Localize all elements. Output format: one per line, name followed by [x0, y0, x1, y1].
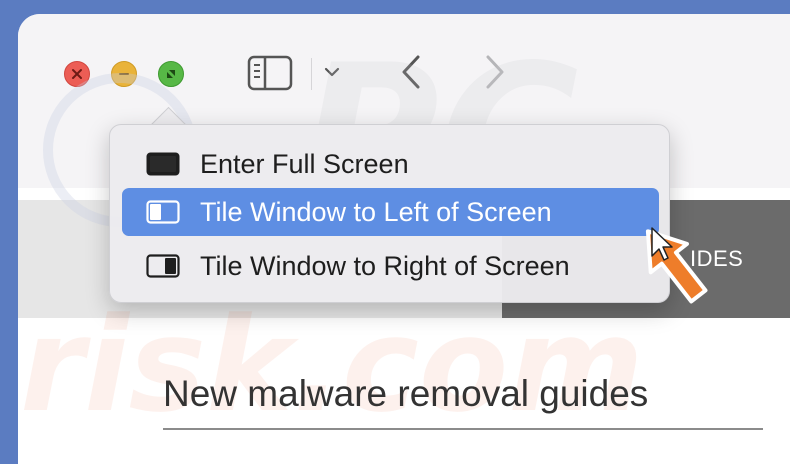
toolbar-separator [311, 58, 312, 90]
pointer-arrow-icon [645, 227, 708, 304]
close-icon [72, 69, 82, 79]
full-screen-icon [146, 152, 180, 176]
menu-item-label: Tile Window to Right of Screen [200, 250, 570, 281]
close-button[interactable] [64, 61, 90, 87]
page-headline: New malware removal guides [163, 373, 649, 414]
sidebar-menu-button[interactable] [322, 62, 342, 82]
menu-item-label: Enter Full Screen [200, 148, 409, 179]
window-tiling-menu: Enter Full Screen Tile Window to Left of… [109, 124, 670, 303]
menu-item-tile-right[interactable]: Tile Window to Right of Screen [122, 242, 659, 290]
minimize-icon [119, 73, 129, 75]
back-button[interactable] [396, 52, 426, 92]
tile-left-icon [146, 200, 180, 224]
zoom-button[interactable] [158, 61, 184, 87]
forward-icon [486, 55, 504, 89]
zoom-icon [167, 70, 175, 78]
tile-right-icon [146, 254, 180, 278]
sidebar-toggle-button[interactable] [246, 54, 294, 92]
forward-button[interactable] [480, 52, 510, 92]
sidebar-icon [247, 55, 293, 91]
back-icon [402, 55, 420, 89]
chevron-down-icon [324, 67, 340, 77]
headline-underline [163, 428, 763, 430]
minimize-button[interactable] [111, 61, 137, 87]
menu-item-label: Tile Window to Left of Screen [200, 196, 552, 227]
menu-item-enter-full-screen[interactable]: Enter Full Screen [122, 140, 659, 188]
menu-item-tile-left[interactable]: Tile Window to Left of Screen [122, 188, 659, 236]
